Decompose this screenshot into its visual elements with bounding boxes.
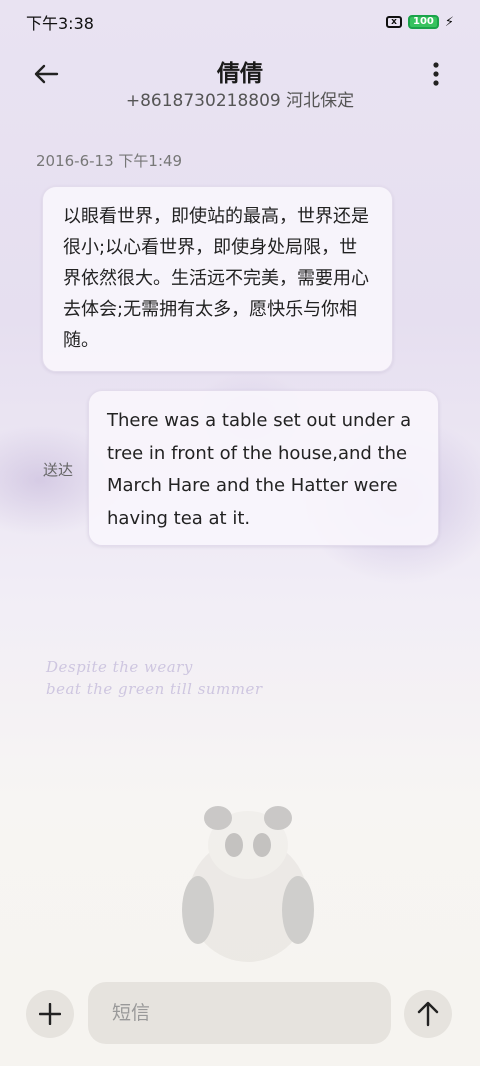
contact-name: 倩倩 [217,61,263,87]
outgoing-message-bubble[interactable]: There was a table set out under a tree i… [88,390,439,546]
incoming-message-bubble[interactable]: 以眼看世界，即使站的最高，世界还是很小;以心看世界，即使身处局限，世界依然很大。… [42,186,393,372]
script-line-1: Despite the weary [46,658,193,676]
send-button[interactable] [404,990,452,1038]
message-input[interactable] [88,982,391,1044]
battery-level: 100 [412,16,434,27]
battery-icon: 100 [407,15,439,29]
notification-x-icon: x [385,16,402,28]
plus-icon [39,1003,61,1025]
background-script-text: Despite the weary beat the green till su… [46,656,263,700]
charging-icon: ⚡ [444,14,454,30]
script-line-2: beat the green till summer [46,680,263,698]
arrow-up-icon [417,1001,439,1027]
status-time: 下午3:38 [26,14,94,33]
more-options-button[interactable] [416,54,456,94]
contact-number-location: +8618730218809 河北保定 [125,91,355,111]
message-timestamp: 2016-6-13 下午1:49 [36,152,183,170]
more-vertical-icon [433,62,439,86]
panda-illustration [182,806,314,962]
add-attachment-button[interactable] [26,990,74,1038]
outgoing-message-text: There was a table set out under a tree i… [107,410,412,529]
conversation-header: 倩倩 +8618730218809 河北保定 [0,44,480,124]
incoming-message-text: 以眼看世界，即使站的最高，世界还是很小;以心看世界，即使身处局限，世界依然很大。… [63,206,369,351]
status-icons: x 100 ⚡ [385,14,454,30]
status-bar: 下午3:38 x 100 ⚡ [0,0,480,44]
message-composer [0,962,480,1066]
delivered-status: 送达 [43,461,74,479]
